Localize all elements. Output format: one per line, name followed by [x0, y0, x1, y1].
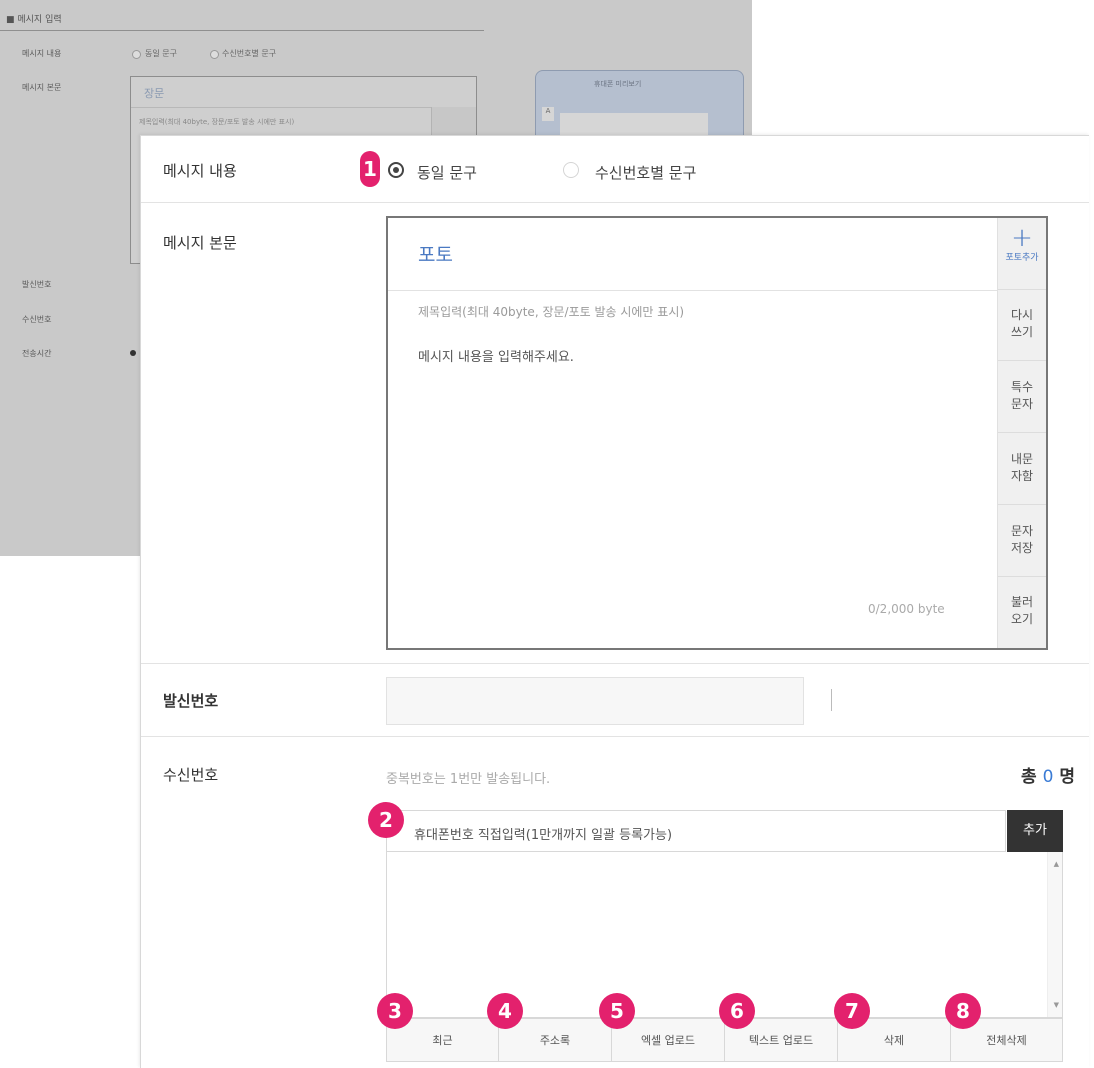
bg-radio-icon	[210, 50, 219, 59]
scroll-down-icon[interactable]: ▼	[1054, 1001, 1059, 1009]
message-content-label: 메시지 내용	[163, 162, 237, 180]
my-text-label-line2: 자함	[1010, 469, 1034, 483]
add-receiver-button[interactable]: 추가	[1007, 810, 1063, 852]
bg-label-content: 메시지 내용	[22, 49, 62, 58]
rewrite-label-line1: 다시	[1010, 308, 1034, 322]
rewrite-button[interactable]: 다시 쓰기	[998, 290, 1046, 361]
bg-phone-header: 휴대폰 미리보기	[594, 80, 642, 88]
photo-add-button[interactable]: + 포토추가	[998, 218, 1046, 290]
radio-same-text-label[interactable]: 동일 문구	[417, 162, 477, 183]
row-divider	[141, 736, 1089, 737]
load-text-button[interactable]: 불러 오기	[998, 577, 1046, 648]
sender-number-field[interactable]	[386, 677, 804, 725]
receiver-number-input[interactable]: 휴대폰번호 직접입력(1만개까지 일괄 등록가능)	[386, 810, 1006, 852]
marker-2: 2	[368, 802, 404, 838]
bg-divider	[0, 30, 484, 31]
save-text-label-line2: 저장	[1010, 541, 1034, 555]
byte-counter: 0/2,000 byte	[868, 602, 945, 616]
bg-option-same: 동일 문구	[145, 49, 177, 58]
subject-input[interactable]: 제목입력(최대 40byte, 장문/포토 발송 시에만 표시)	[418, 303, 684, 320]
message-body-textarea[interactable]: 메시지 내용을 입력해주세요.	[418, 346, 574, 365]
bg-option-per-number: 수신번호별 문구	[222, 49, 277, 58]
duplicate-note: 중복번호는 1번만 발송됩니다.	[386, 772, 551, 787]
message-editor: 포토 제목입력(최대 40byte, 장문/포토 발송 시에만 표시) 메시지 …	[386, 216, 1048, 650]
message-type-title: 포토	[418, 244, 453, 266]
special-char-label-line2: 문자	[1010, 397, 1034, 411]
sender-divider	[831, 689, 832, 711]
row-divider	[141, 663, 1089, 664]
radio-per-number-text[interactable]	[563, 162, 579, 178]
total-suffix: 명	[1059, 767, 1075, 787]
total-prefix: 총	[1021, 767, 1037, 787]
receiver-label: 수신번호	[163, 766, 219, 784]
marker-5: 5	[599, 993, 635, 1029]
load-label-line2: 오기	[1010, 612, 1034, 626]
bg-editor-subject: 제목입력(최대 40byte, 장문/포토 발송 시에만 표시)	[139, 118, 295, 126]
receiver-total: 총 0 명	[1021, 762, 1075, 787]
marker-1: 1	[360, 151, 380, 187]
my-text-button[interactable]: 내문 자함	[998, 433, 1046, 505]
bg-label-receiver: 수신번호	[22, 315, 52, 324]
bg-phone-font-icon: A	[542, 107, 554, 121]
bg-section-title: ■ 메시지 입력	[6, 15, 62, 25]
receiver-list-scrollbar[interactable]: ▲ ▼	[1047, 852, 1062, 1017]
bg-label-time: 전송시간	[22, 349, 52, 358]
sender-label: 발신번호	[163, 692, 219, 710]
marker-8: 8	[945, 993, 981, 1029]
message-form-panel: 메시지 내용 동일 문구 수신번호별 문구 메시지 본문 포토 제목입력(최대 …	[140, 135, 1089, 1068]
radio-same-text[interactable]	[388, 162, 404, 178]
receiver-input-placeholder: 휴대폰번호 직접입력(1만개까지 일괄 등록가능)	[414, 828, 673, 843]
rewrite-label-line2: 쓰기	[1010, 325, 1034, 339]
radio-per-number-text-label[interactable]: 수신번호별 문구	[595, 162, 696, 183]
save-text-label-line1: 문자	[1010, 524, 1034, 538]
editor-side-toolbar: + 포토추가 다시 쓰기 특수 문자 내문 자함 문자 저장 불러 오기	[997, 218, 1046, 648]
special-char-label-line1: 특수	[1010, 380, 1034, 394]
row-divider	[141, 202, 1089, 203]
marker-7: 7	[834, 993, 870, 1029]
photo-add-label: 포토추가	[1005, 253, 1039, 263]
load-label-line1: 불러	[1010, 595, 1034, 609]
marker-6: 6	[719, 993, 755, 1029]
scroll-up-icon[interactable]: ▲	[1054, 860, 1059, 868]
bg-editor-divider	[131, 107, 431, 108]
bg-radio-icon	[132, 50, 141, 59]
total-count: 0	[1042, 767, 1054, 787]
marker-4: 4	[487, 993, 523, 1029]
bg-label-sender: 발신번호	[22, 280, 52, 289]
bg-label-body: 메시지 본문	[22, 83, 62, 92]
my-text-label-line1: 내문	[1010, 452, 1034, 466]
plus-icon: +	[1011, 223, 1033, 253]
marker-3: 3	[377, 993, 413, 1029]
save-text-button[interactable]: 문자 저장	[998, 505, 1046, 577]
message-body-label: 메시지 본문	[163, 234, 237, 252]
bg-editor-title: 장문	[144, 87, 165, 100]
editor-divider	[388, 290, 1000, 291]
bg-radio-dot-icon	[130, 350, 136, 356]
special-char-button[interactable]: 특수 문자	[998, 361, 1046, 433]
